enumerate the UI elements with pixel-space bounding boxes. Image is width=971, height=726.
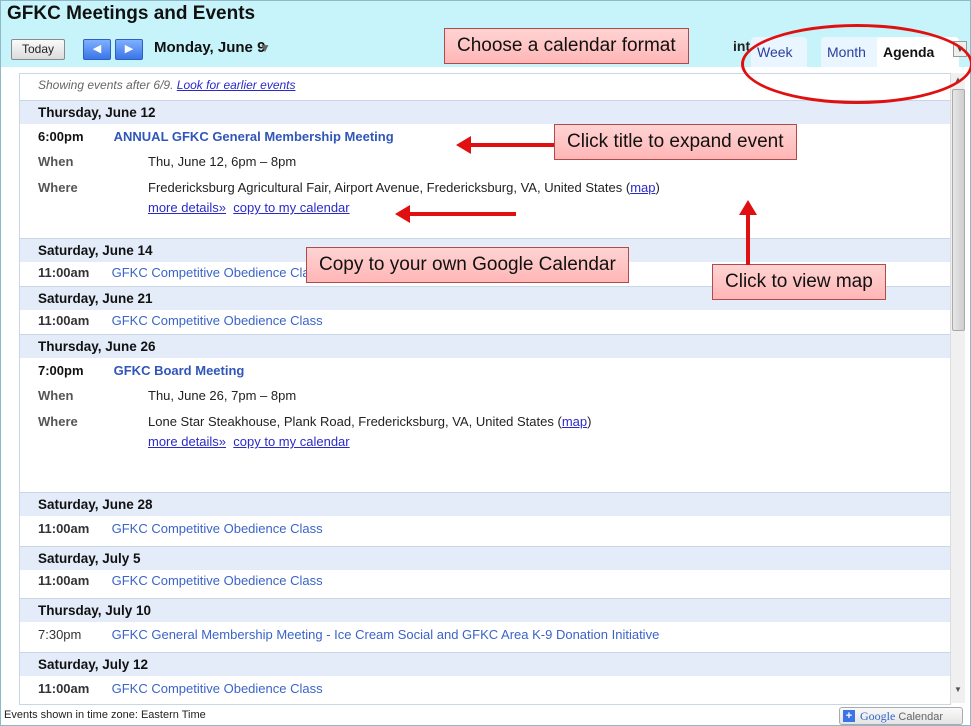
day-header: Thursday, June 26 bbox=[20, 334, 950, 358]
event-row[interactable]: 11:00am GFKC Competitive Obedience Class bbox=[20, 570, 950, 592]
event-title-link[interactable]: GFKC Competitive Obedience Class bbox=[112, 265, 323, 280]
prev-arrow-icon[interactable]: ◀ bbox=[83, 39, 111, 60]
callout-expand: Click title to expand event bbox=[554, 124, 797, 160]
where-close: ) bbox=[587, 414, 592, 429]
event-title-link[interactable]: GFKC Competitive Obedience Class bbox=[112, 573, 323, 588]
event-time: 11:00am bbox=[38, 265, 90, 280]
day-header: Saturday, July 5 bbox=[20, 546, 950, 570]
day-header: Saturday, July 12 bbox=[20, 652, 950, 676]
notice-text: Showing events after 6/9. bbox=[38, 78, 174, 92]
callout-map: Click to view map bbox=[712, 264, 886, 300]
where-close: ) bbox=[655, 180, 660, 195]
map-arrow-line bbox=[746, 215, 750, 265]
plus-icon: + bbox=[843, 710, 855, 722]
event-row[interactable]: 11:00am GFKC Competitive Obedience Class bbox=[20, 518, 950, 540]
event-time: 6:00pm bbox=[38, 129, 84, 144]
scroll-thumb[interactable] bbox=[952, 89, 965, 331]
callout-format: Choose a calendar format bbox=[444, 28, 689, 64]
expand-arrow-line bbox=[470, 143, 554, 147]
day-header: Thursday, July 10 bbox=[20, 598, 950, 622]
where-text: Fredericksburg Agricultural Fair, Airpor… bbox=[148, 180, 631, 195]
next-arrow-icon[interactable]: ▶ bbox=[115, 39, 143, 60]
date-dropdown-caret-icon[interactable]: ▼ bbox=[259, 41, 271, 55]
copy-to-calendar-link[interactable]: copy to my calendar bbox=[233, 200, 349, 215]
event-time: 11:00am bbox=[38, 313, 90, 328]
where-label: Where bbox=[38, 180, 78, 195]
google-calendar-label: Google Calendar bbox=[860, 708, 943, 725]
event-where: Fredericksburg Agricultural Fair, Airpor… bbox=[148, 180, 660, 195]
scroll-down-icon[interactable]: ▼ bbox=[951, 685, 965, 697]
event-time: 11:00am bbox=[38, 681, 90, 696]
event-title-link[interactable]: ANNUAL GFKC General Membership Meeting bbox=[114, 129, 394, 144]
event-title-link[interactable]: GFKC Board Meeting bbox=[114, 363, 245, 378]
calendar-word: Calendar bbox=[898, 711, 944, 723]
calendar-title: GFKC Meetings and Events bbox=[7, 3, 256, 24]
where-label: Where bbox=[38, 414, 78, 429]
event-title-link[interactable]: GFKC Competitive Obedience Class bbox=[112, 521, 323, 536]
agenda-scrollbar[interactable]: ▲ ▼ bbox=[950, 73, 965, 703]
earlier-events-link[interactable]: Look for earlier events bbox=[177, 78, 296, 92]
callout-copy: Copy to your own Google Calendar bbox=[306, 247, 629, 283]
event-time: 7:30pm bbox=[38, 627, 82, 642]
event-title-link[interactable]: GFKC General Membership Meeting - Ice Cr… bbox=[112, 627, 660, 642]
map-arrow-icon bbox=[739, 200, 757, 215]
agenda-list: Showing events after 6/9. Look for earli… bbox=[19, 73, 951, 705]
event-title-link[interactable]: GFKC Competitive Obedience Class bbox=[112, 681, 323, 696]
event-when: Thu, June 12, 6pm – 8pm bbox=[148, 154, 297, 169]
copy-to-calendar-link[interactable]: copy to my calendar bbox=[233, 434, 349, 449]
expand-arrow-icon bbox=[456, 136, 471, 154]
map-link[interactable]: map bbox=[630, 180, 655, 195]
event-title-link[interactable]: GFKC Competitive Obedience Class bbox=[112, 313, 323, 328]
more-details-link[interactable]: more details» bbox=[148, 200, 226, 215]
current-date-label[interactable]: Monday, June 9 bbox=[154, 39, 265, 56]
event-when: Thu, June 26, 7pm – 8pm bbox=[148, 388, 297, 403]
event-actions: more details» copy to my calendar bbox=[148, 200, 350, 215]
format-highlight-ellipse bbox=[741, 24, 971, 104]
timezone-footer: Events shown in time zone: Eastern Time bbox=[4, 709, 206, 721]
where-text: Lone Star Steakhouse, Plank Road, Freder… bbox=[148, 414, 562, 429]
copy-arrow-icon bbox=[395, 205, 410, 223]
day-header: Saturday, June 28 bbox=[20, 492, 950, 516]
event-row[interactable]: 11:00am GFKC Competitive Obedience Class bbox=[20, 310, 950, 332]
google-logo: Google bbox=[860, 709, 896, 723]
event-time: 11:00am bbox=[38, 573, 90, 588]
map-link[interactable]: map bbox=[562, 414, 587, 429]
event-where: Lone Star Steakhouse, Plank Road, Freder… bbox=[148, 414, 591, 429]
day-header: Thursday, June 12 bbox=[20, 100, 950, 124]
more-details-link[interactable]: more details» bbox=[148, 434, 226, 449]
event-time: 11:00am bbox=[38, 521, 90, 536]
google-calendar-button[interactable]: + Google Calendar bbox=[839, 707, 963, 725]
when-label: When bbox=[38, 388, 74, 403]
when-label: When bbox=[38, 154, 74, 169]
copy-arrow-line bbox=[410, 212, 516, 216]
event-time: 7:00pm bbox=[38, 363, 84, 378]
event-actions: more details» copy to my calendar bbox=[148, 434, 350, 449]
calendar-frame: GFKC Meetings and Events Today ◀ ▶ Monda… bbox=[0, 0, 971, 726]
event-row[interactable]: 7:00pm GFKC Board Meeting bbox=[20, 360, 950, 382]
event-row[interactable]: 11:00am GFKC Competitive Obedience Class bbox=[20, 678, 950, 700]
today-button[interactable]: Today bbox=[11, 39, 65, 60]
event-row[interactable]: 7:30pm GFKC General Membership Meeting -… bbox=[20, 624, 950, 646]
